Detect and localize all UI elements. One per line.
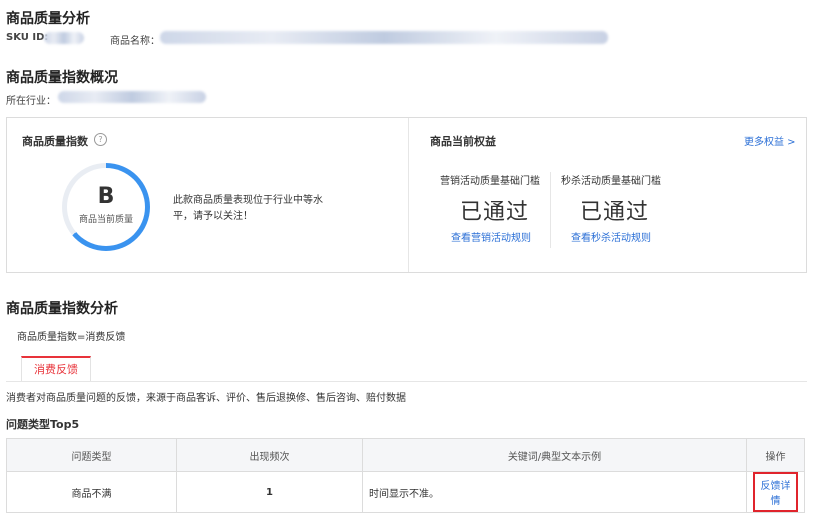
table-row: 商品不满 1 时间显示不准。 反馈详情 (6, 471, 805, 513)
product-name-label: 商品名称： (110, 36, 160, 47)
cell-frequency: 1 (176, 471, 363, 513)
col-frequency: 出现频次 (176, 438, 363, 472)
overview-title: 商品质量指数概况 (6, 70, 118, 86)
sku-id-redacted (44, 32, 84, 44)
card-divider (408, 118, 409, 272)
more-benefits-link[interactable]: 更多权益 > (744, 133, 796, 148)
flashsale-rules-link[interactable]: 查看秒杀活动规则 (571, 229, 651, 244)
quality-grade: B (97, 184, 115, 209)
page-title: 商品质量分析 (6, 11, 90, 27)
flashsale-threshold-status: 已通过 (580, 200, 650, 225)
industry-label: 所在行业： (6, 96, 56, 107)
quality-ring: B 商品当前质量 (62, 163, 150, 251)
product-name-redacted (160, 31, 608, 44)
marketing-threshold-label: 营销活动质量基础门槛 (440, 176, 540, 187)
analysis-formula: 商品质量指数=消费反馈 (17, 332, 126, 343)
col-keyword-example: 关键词/典型文本示例 (362, 438, 747, 472)
col-action: 操作 (746, 438, 805, 472)
quality-index-title: 商品质量指数 (22, 135, 88, 148)
benefit-divider (550, 172, 551, 248)
benefits-title: 商品当前权益 (430, 135, 496, 148)
cell-keyword-example: 时间显示不准。 (362, 471, 747, 513)
top5-title: 问题类型Top5 (6, 418, 80, 431)
cell-issue-type: 商品不满 (6, 471, 177, 513)
cell-action: 反馈详情 (746, 471, 805, 513)
table-header-row: 问题类型 出现频次 关键词/典型文本示例 操作 (6, 438, 805, 472)
industry-redacted (58, 91, 206, 103)
analysis-description: 消费者对商品质量问题的反馈，来源于商品客诉、评价、售后退换修、售后咨询、赔付数据 (6, 393, 406, 404)
tab-underline (6, 381, 807, 382)
analysis-title: 商品质量指数分析 (6, 301, 118, 317)
col-issue-type: 问题类型 (6, 438, 177, 472)
quality-grade-sub: 商品当前质量 (78, 215, 133, 225)
help-icon[interactable]: ? (94, 133, 107, 146)
sku-id-label: SKU ID: (6, 32, 49, 43)
quality-description: 此款商品质量表现位于行业中等水 平，请予以关注！ (173, 195, 323, 222)
issue-table: 问题类型 出现频次 关键词/典型文本示例 操作 商品不满 1 时间显示不准。 反… (6, 438, 805, 513)
marketing-rules-link[interactable]: 查看营销活动规则 (451, 229, 531, 244)
feedback-detail-link[interactable]: 反馈详情 (753, 472, 798, 512)
marketing-threshold-status: 已通过 (460, 200, 530, 225)
tab-consumer-feedback[interactable]: 消费反馈 (21, 356, 91, 382)
flashsale-threshold-label: 秒杀活动质量基础门槛 (561, 176, 661, 187)
